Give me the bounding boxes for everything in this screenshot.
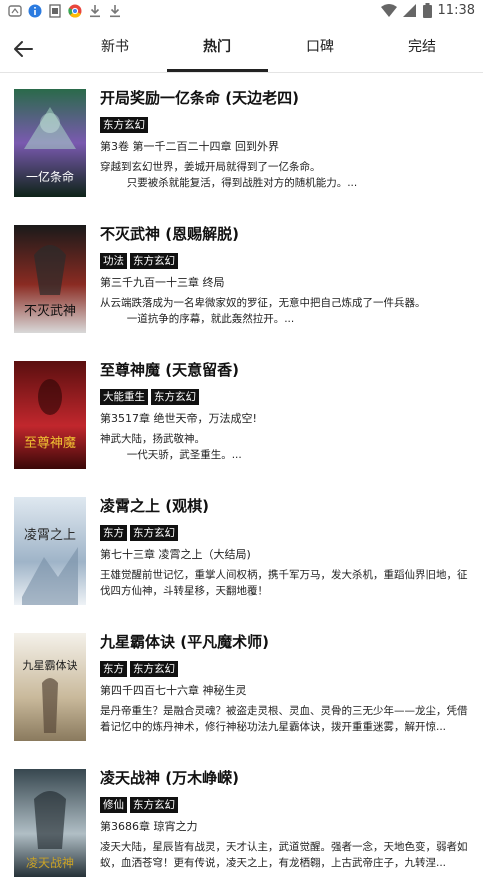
cover-title: 不灭武神	[24, 304, 76, 319]
genre-tag[interactable]: 修仙	[100, 797, 127, 813]
signal-icon	[402, 3, 416, 17]
chrome-icon	[68, 4, 82, 18]
cover-title: 至尊神魔	[24, 435, 76, 451]
book-tags: 东方 东方玄幻	[100, 661, 472, 679]
sim-icon	[49, 4, 61, 18]
book-cover[interactable]: 凌霄之上	[14, 497, 86, 605]
book-title[interactable]: 至尊神魔 (天意留香)	[100, 359, 472, 381]
cover-title: 一亿条命	[26, 169, 74, 184]
status-bar-right: 11:38	[380, 3, 475, 18]
book-item[interactable]: 不灭武神 不灭武神 (恩赐解脱) 功法 东方玄幻 第三千九百一十三章 终局 从云…	[0, 209, 483, 345]
book-cover[interactable]: 九星霸体诀	[14, 633, 86, 741]
genre-tag[interactable]: 东方玄幻	[151, 389, 199, 405]
book-description: 王雄觉醒前世记忆，重掌人间权柄，携千军万马，发大杀机，重蹈仙界旧地，征伐四方仙神…	[100, 569, 468, 597]
book-tags: 功法 东方玄幻	[100, 253, 472, 271]
book-tags: 大能重生 东方玄幻	[100, 389, 472, 407]
book-item[interactable]: 凌天战神 凌天战神 (万木峥嵘) 修仙 东方玄幻 第3686章 琼宵之力 凌天大…	[0, 753, 483, 889]
book-info: 开局奖励一亿条命 (天边老四) 东方玄幻 第3卷 第一千二百二十四章 回到外界 …	[100, 87, 472, 191]
latest-chapter: 第七十三章 凌霄之上（大结局)	[100, 548, 251, 561]
book-info: 不灭武神 (恩赐解脱) 功法 东方玄幻 第三千九百一十三章 终局 从云端跌落成为…	[100, 223, 472, 327]
latest-chapter: 第3686章 琼宵之力	[100, 820, 198, 833]
book-info: 凌霄之上 (观棋) 东方 东方玄幻 第七十三章 凌霄之上（大结局) 王雄觉醒前世…	[100, 495, 472, 599]
book-title[interactable]: 凌霄之上 (观棋)	[100, 495, 472, 517]
book-cover[interactable]: 一亿条命	[14, 89, 86, 197]
cover-title: 九星霸体诀	[23, 658, 78, 672]
book-item[interactable]: 一亿条命 开局奖励一亿条命 (天边老四) 东方玄幻 第3卷 第一千二百二十四章 …	[0, 73, 483, 209]
status-bar-left	[8, 4, 122, 18]
tab-hot[interactable]: 热门	[167, 24, 267, 72]
book-title[interactable]: 开局奖励一亿条命 (天边老四)	[100, 87, 472, 109]
back-arrow-icon[interactable]	[8, 34, 38, 64]
category-tab-bar: 新书 热门 口碑 完结	[0, 24, 483, 73]
book-cover[interactable]: 不灭武神	[14, 225, 86, 333]
book-info: 九星霸体诀 (平凡魔术师) 东方 东方玄幻 第四千四百七十六章 神秘生灵 是丹帝…	[100, 631, 472, 735]
info-icon	[28, 4, 42, 18]
book-item[interactable]: 九星霸体诀 九星霸体诀 (平凡魔术师) 东方 东方玄幻 第四千四百七十六章 神秘…	[0, 617, 483, 753]
genre-tag[interactable]: 东方玄幻	[130, 797, 178, 813]
book-title[interactable]: 凌天战神 (万木峥嵘)	[100, 767, 472, 789]
cover-title: 凌天战神	[26, 856, 74, 870]
tab-completed[interactable]: 完结	[372, 24, 472, 72]
book-cover[interactable]: 至尊神魔	[14, 361, 86, 469]
download-icon	[90, 5, 100, 18]
genre-tag[interactable]: 东方	[100, 525, 127, 541]
cover-title: 凌霄之上	[24, 528, 76, 543]
book-item[interactable]: 至尊神魔 至尊神魔 (天意留香) 大能重生 东方玄幻 第3517章 绝世天帝，万…	[0, 345, 483, 481]
book-tags: 东方玄幻	[100, 117, 472, 135]
status-time: 11:38	[437, 3, 475, 18]
latest-chapter: 第3卷 第一千二百二十四章 回到外界	[100, 140, 279, 153]
book-item[interactable]: 凌霄之上 凌霄之上 (观棋) 东方 东方玄幻 第七十三章 凌霄之上（大结局) 王…	[0, 481, 483, 617]
genre-tag[interactable]: 东方玄幻	[130, 661, 178, 677]
book-cover[interactable]: 凌天战神	[14, 769, 86, 877]
genre-tag[interactable]: 东方玄幻	[130, 525, 178, 541]
book-title[interactable]: 不灭武神 (恩赐解脱)	[100, 223, 472, 245]
book-info: 至尊神魔 (天意留香) 大能重生 东方玄幻 第3517章 绝世天帝，万法成空! …	[100, 359, 472, 463]
book-tags: 东方 东方玄幻	[100, 525, 472, 543]
book-info: 凌天战神 (万木峥嵘) 修仙 东方玄幻 第3686章 琼宵之力 凌天大陆，星辰皆…	[100, 767, 472, 871]
latest-chapter: 第3517章 绝世天帝，万法成空!	[100, 412, 257, 425]
book-title[interactable]: 九星霸体诀 (平凡魔术师)	[100, 631, 472, 653]
book-tags: 修仙 东方玄幻	[100, 797, 472, 815]
tab-reputation[interactable]: 口碑	[270, 24, 370, 72]
battery-icon	[422, 3, 432, 18]
book-description: 是丹帝重生？是融合灵魂？被盗走灵根、灵血、灵骨的三无少年——龙尘，凭借着记忆中的…	[100, 705, 468, 733]
wifi-icon	[380, 3, 397, 17]
genre-tag[interactable]: 东方	[100, 661, 127, 677]
status-bar: 11:38	[0, 0, 483, 24]
latest-chapter: 第三千九百一十三章 终局	[100, 276, 225, 289]
genre-tag[interactable]: 东方玄幻	[100, 117, 148, 133]
genre-tag[interactable]: 大能重生	[100, 389, 148, 405]
tab-new[interactable]: 新书	[65, 24, 165, 72]
download-icon	[110, 5, 120, 18]
book-description: 凌天大陆，星辰皆有战灵，天才认主，武道觉醒。强者一念，天地色变，弱者如蚁，血洒苍…	[100, 841, 468, 869]
book-description: 神武大陆，扬武敬神。 一代天骄，武圣重生。...	[100, 433, 242, 461]
book-description: 从云端跌落成为一名卑微家奴的罗征，无意中把自己炼成了一件兵器。 一道抗争的序幕，…	[100, 297, 426, 325]
app-icon	[8, 5, 22, 17]
active-tab-indicator	[167, 69, 268, 72]
genre-tag[interactable]: 功法	[100, 253, 127, 269]
genre-tag[interactable]: 东方玄幻	[130, 253, 178, 269]
book-description: 穿越到玄幻世界，姜城开局就得到了一亿条命。 只要被杀就能复活，得到战胜对方的随机…	[100, 161, 358, 189]
latest-chapter: 第四千四百七十六章 神秘生灵	[100, 684, 247, 697]
